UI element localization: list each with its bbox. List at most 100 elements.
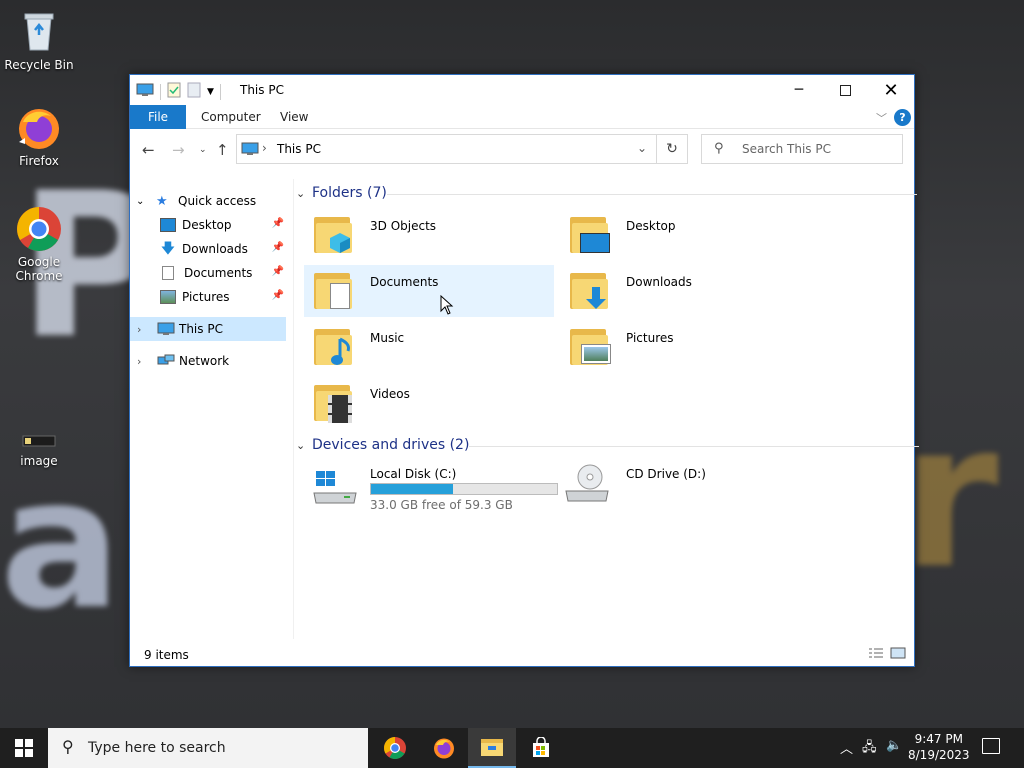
tab-view[interactable]: View bbox=[266, 105, 322, 129]
hard-drive-icon bbox=[312, 467, 358, 508]
toolbar-divider bbox=[160, 83, 161, 100]
folders-group-header[interactable]: ⌄ Folders (7) bbox=[296, 185, 917, 201]
desktop-icon-chrome[interactable]: Google Chrome bbox=[2, 205, 76, 283]
pictures-folder-icon bbox=[570, 325, 611, 367]
volume-icon[interactable]: 🔈 bbox=[886, 738, 902, 753]
drive-tile-d[interactable]: CD Drive (D:) bbox=[560, 459, 810, 511]
show-hidden-icons-chevron-icon[interactable]: ︿ bbox=[840, 738, 853, 757]
this-pc-icon bbox=[241, 142, 259, 159]
group-divider bbox=[469, 446, 920, 447]
folder-tile-pictures[interactable]: Pictures bbox=[560, 321, 810, 373]
group-title: Folders (7) bbox=[312, 185, 387, 201]
desktop-icon-firefox[interactable]: Firefox bbox=[2, 104, 76, 168]
pictures-icon bbox=[160, 290, 176, 304]
drive-usage-bar bbox=[370, 483, 558, 495]
address-field[interactable]: › This PC ⌄ bbox=[236, 134, 688, 164]
image-file-icon bbox=[15, 432, 63, 452]
drive-tile-c[interactable]: Local Disk (C:) 33.0 GB free of 59.3 GB bbox=[304, 459, 564, 512]
group-divider bbox=[386, 194, 917, 195]
recent-locations-chevron-icon[interactable]: ⌄ bbox=[199, 145, 207, 155]
folder-tile-music[interactable]: Music bbox=[304, 321, 554, 373]
taskbar-chrome-button[interactable] bbox=[371, 728, 419, 768]
music-folder-icon bbox=[314, 325, 354, 367]
new-folder-icon[interactable] bbox=[187, 82, 201, 101]
firefox-icon bbox=[15, 104, 63, 152]
desktop-icon-label: Recycle Bin bbox=[4, 58, 74, 72]
nav-label: Desktop bbox=[182, 218, 232, 232]
nav-item-documents[interactable]: Documents 📌 bbox=[130, 261, 286, 285]
help-icon[interactable]: ? bbox=[894, 109, 911, 126]
file-explorer-window: ▼ This PC ─ ✕ File Computer View ﹀ ? ← →… bbox=[129, 74, 920, 667]
back-arrow-icon[interactable]: ← bbox=[142, 141, 155, 159]
search-icon: ⚲ bbox=[714, 141, 724, 156]
drive-name: Local Disk (C:) bbox=[370, 467, 457, 481]
title-bar[interactable]: ▼ This PC ─ ✕ bbox=[130, 75, 914, 105]
devices-group-header[interactable]: ⌄ Devices and drives (2) bbox=[296, 437, 920, 453]
expand-chevron-icon[interactable]: › bbox=[137, 355, 151, 368]
customize-toolbar-chevron-icon[interactable]: ▼ bbox=[207, 87, 214, 97]
folder-name: 3D Objects bbox=[370, 219, 437, 233]
taskbar-file-explorer-button[interactable] bbox=[468, 728, 516, 768]
pin-icon: 📌 bbox=[271, 266, 284, 277]
nav-label: Documents bbox=[184, 266, 253, 280]
desktop-icon-image[interactable]: image bbox=[2, 432, 76, 468]
folder-tile-desktop[interactable]: Desktop bbox=[560, 209, 810, 261]
nav-item-network[interactable]: › Network bbox=[130, 349, 286, 373]
group-title: Devices and drives (2) bbox=[312, 437, 470, 453]
close-button[interactable]: ✕ bbox=[868, 75, 914, 105]
download-icon: 🡇 bbox=[160, 241, 176, 257]
start-button[interactable] bbox=[0, 728, 48, 768]
3d-objects-folder-icon bbox=[314, 213, 354, 255]
folder-name: Downloads bbox=[626, 275, 692, 289]
drive-free-space: 33.0 GB free of 59.3 GB bbox=[370, 498, 513, 512]
folder-tile-documents[interactable]: Documents bbox=[304, 265, 554, 317]
notifications-icon[interactable] bbox=[982, 738, 1000, 754]
address-dropdown-chevron-icon[interactable]: ⌄ bbox=[637, 141, 647, 155]
taskbar-clock[interactable]: 9:47 PM 8/19/2023 bbox=[908, 731, 970, 763]
nav-item-quick-access[interactable]: ⌄ ★ Quick access bbox=[130, 189, 286, 213]
refresh-button[interactable]: ↻ bbox=[656, 134, 688, 164]
file-explorer-icon bbox=[481, 739, 503, 756]
collapse-chevron-icon[interactable]: ⌄ bbox=[296, 439, 306, 452]
details-view-icon[interactable] bbox=[868, 647, 884, 662]
breadcrumb-chevron-icon[interactable]: › bbox=[262, 141, 267, 155]
nav-item-this-pc[interactable]: › This PC bbox=[130, 317, 286, 341]
search-field[interactable]: ⚲ Search This PC bbox=[701, 134, 903, 164]
minimize-button[interactable]: ─ bbox=[776, 75, 822, 105]
nav-item-pictures[interactable]: Pictures 📌 bbox=[130, 285, 286, 309]
folder-tile-videos[interactable]: Videos bbox=[304, 377, 554, 429]
network-status-icon[interactable]: 🖧 bbox=[862, 738, 877, 760]
forward-arrow-icon[interactable]: → bbox=[172, 141, 185, 159]
address-text: This PC bbox=[277, 142, 321, 156]
expand-chevron-icon[interactable]: ⌄ bbox=[136, 196, 150, 207]
desktop-icon-recycle-bin[interactable]: Recycle Bin bbox=[2, 8, 76, 72]
tab-computer[interactable]: Computer bbox=[187, 105, 275, 129]
taskbar-firefox-button[interactable] bbox=[420, 728, 468, 768]
recycle-bin-icon bbox=[15, 8, 63, 56]
expand-chevron-icon[interactable]: › bbox=[137, 323, 151, 336]
tab-file[interactable]: File bbox=[130, 105, 186, 129]
network-icon bbox=[157, 354, 175, 368]
drive-name: CD Drive (D:) bbox=[626, 467, 706, 481]
star-icon: ★ bbox=[156, 194, 168, 209]
taskbar-search-box[interactable]: ⚲ Type here to search bbox=[48, 728, 368, 768]
nav-item-desktop[interactable]: Desktop 📌 bbox=[130, 213, 286, 237]
folder-tile-downloads[interactable]: Downloads bbox=[560, 265, 810, 317]
quick-access-toolbar: ▼ bbox=[136, 82, 221, 101]
nav-label: This PC bbox=[179, 322, 223, 336]
taskbar-store-button[interactable] bbox=[517, 728, 565, 768]
pin-icon: 📌 bbox=[271, 242, 284, 253]
folder-tile-3d-objects[interactable]: 3D Objects bbox=[304, 209, 554, 261]
document-icon bbox=[162, 266, 174, 280]
properties-icon[interactable] bbox=[167, 82, 181, 101]
up-arrow-icon[interactable]: ↑ bbox=[216, 141, 229, 159]
maximize-button[interactable] bbox=[822, 75, 868, 105]
large-icons-view-icon[interactable] bbox=[890, 647, 906, 662]
collapse-chevron-icon[interactable]: ⌄ bbox=[296, 187, 306, 200]
chrome-icon bbox=[384, 737, 406, 759]
folder-name: Desktop bbox=[626, 219, 676, 233]
nav-item-downloads[interactable]: 🡇 Downloads 📌 bbox=[130, 237, 286, 261]
expand-ribbon-chevron-icon[interactable]: ﹀ bbox=[876, 110, 887, 126]
nav-label: Downloads bbox=[182, 242, 248, 256]
address-bar-row: ← → ⌄ ↑ › This PC ⌄ ↻ ⚲ Search This PC bbox=[130, 129, 914, 171]
